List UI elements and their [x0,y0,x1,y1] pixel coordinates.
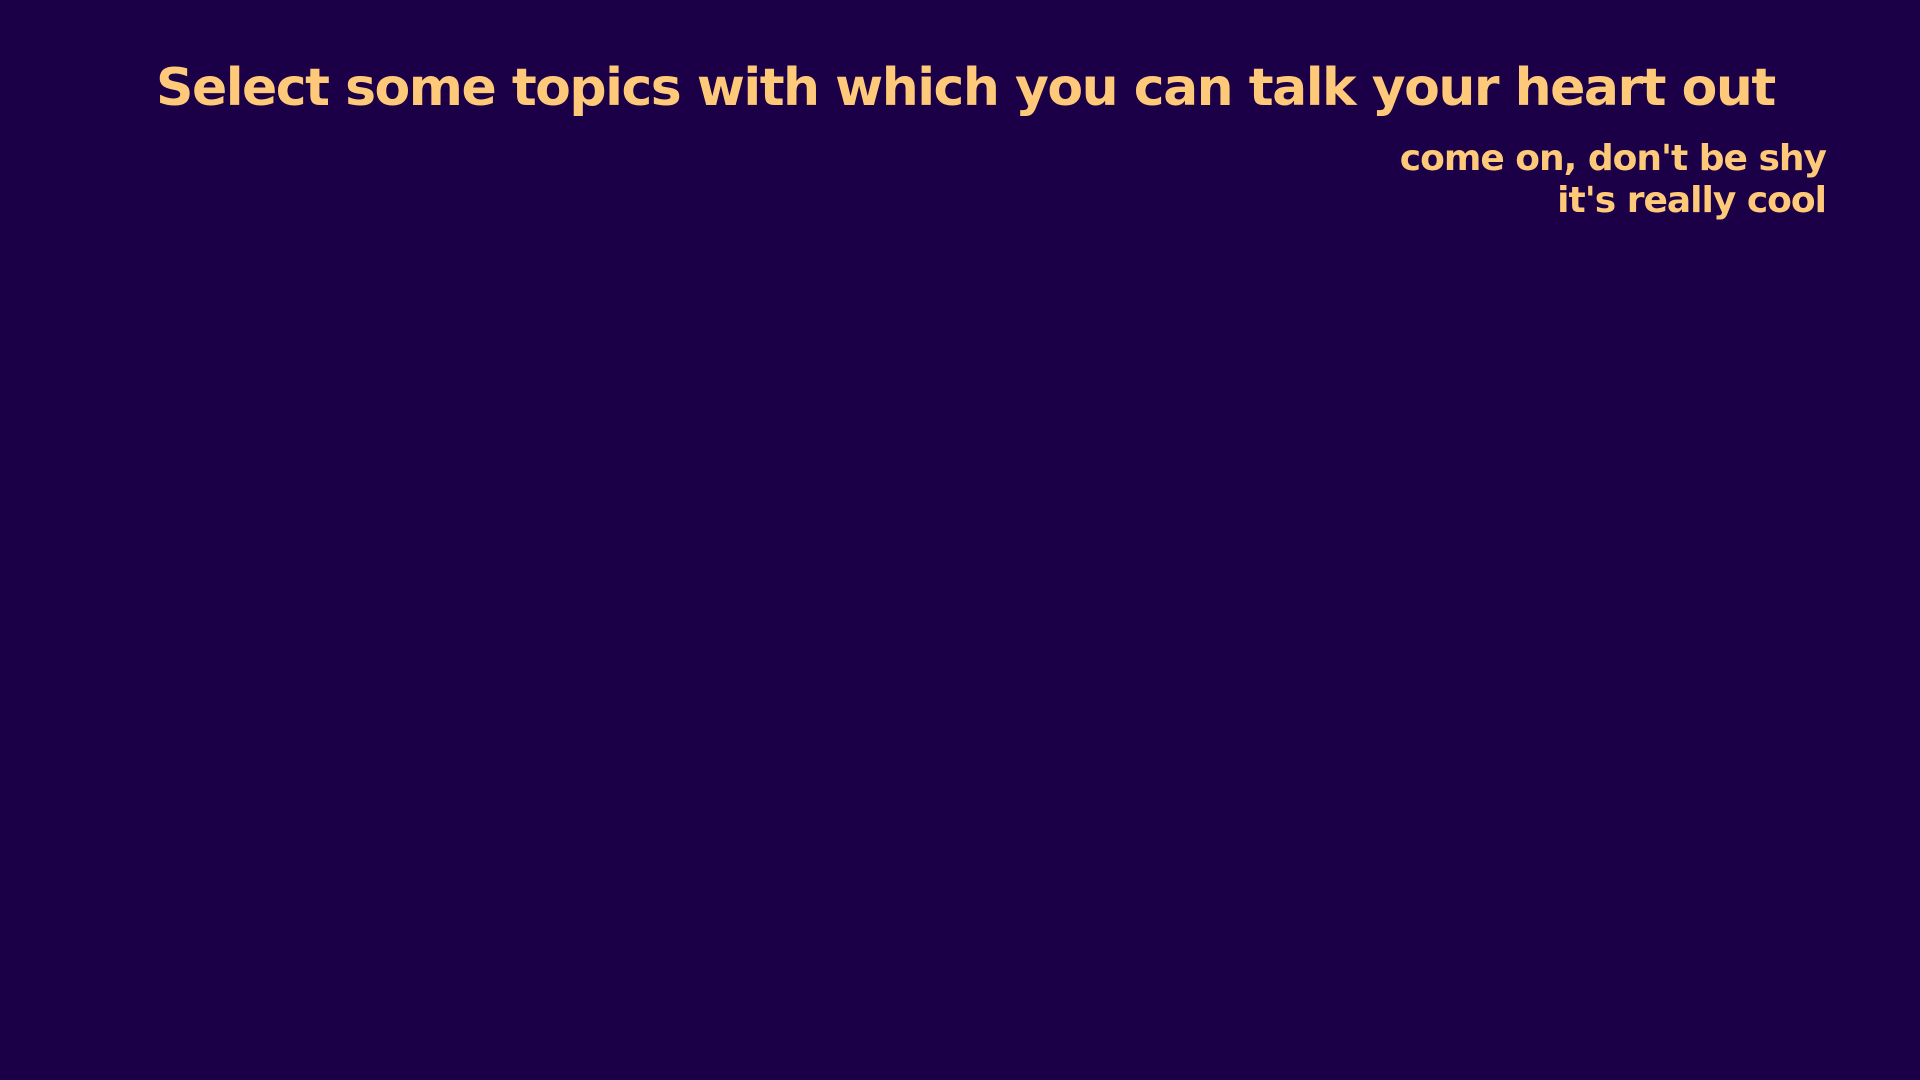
page-subtitle: come on, don't be shy it's really cool [1399,138,1827,222]
subtitle-line-1: come on, don't be shy [1399,138,1827,179]
subtitle-line-2: it's really cool [1557,180,1827,221]
topics-area [156,240,1826,1020]
topic-selection-page: Select some topics with which you can ta… [0,0,1920,1080]
page-title: Select some topics with which you can ta… [156,58,1776,118]
